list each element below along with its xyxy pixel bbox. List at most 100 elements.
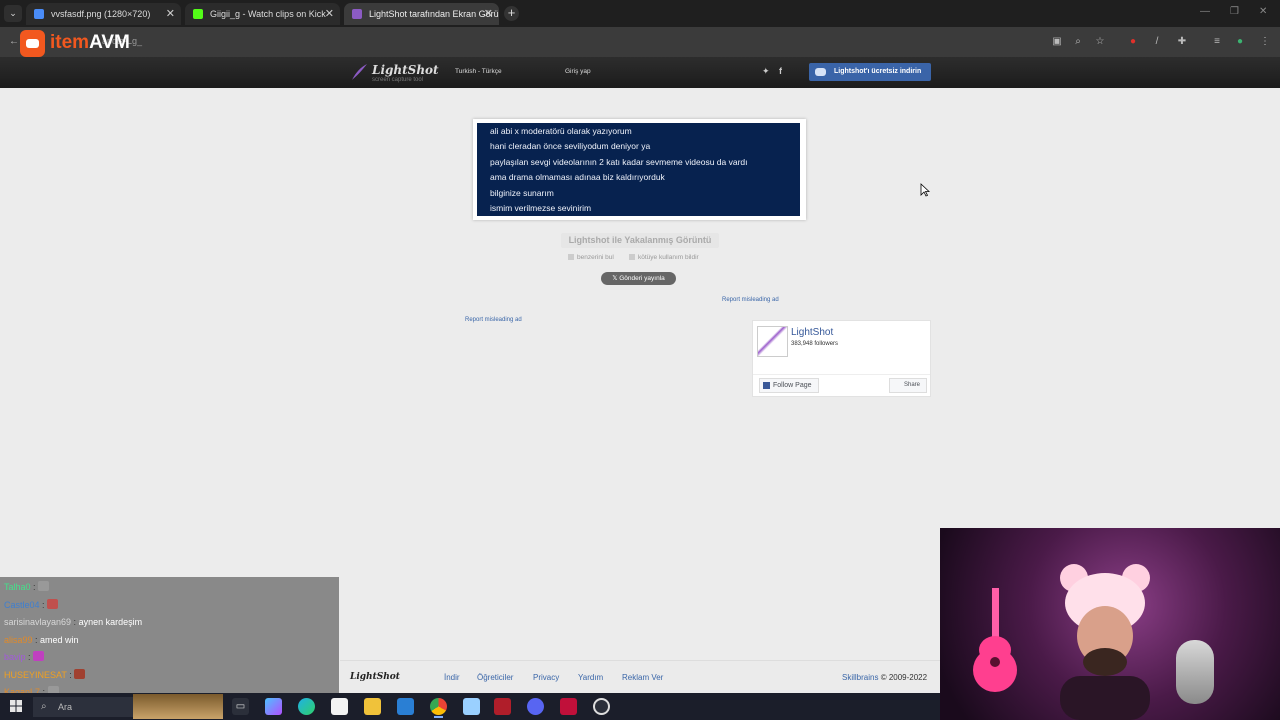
new-tab-button[interactable]: + [504, 6, 519, 21]
chat-username: HUSEYINESAT [4, 670, 67, 680]
find-similar-link[interactable]: benzerini bul [568, 254, 614, 261]
copyright-years: © 2009-2022 [880, 673, 928, 682]
screenshot-image-frame: ali abi x moderatörü olarak yazıyorum ha… [473, 119, 806, 220]
extension-red-icon[interactable]: ● [1127, 36, 1139, 48]
logo-tagline: screen capture tool [372, 77, 424, 83]
extensions-puzzle-icon[interactable]: ✚ [1176, 36, 1188, 48]
close-window-icon[interactable]: ✕ [1259, 6, 1267, 17]
screenshot-caption: Lightshot ile Yakalanmış Görüntü [561, 233, 719, 248]
file-explorer-icon[interactable] [364, 698, 381, 715]
tab-kick[interactable]: Giigii_g - Watch clips on Kick ✕ [185, 3, 340, 25]
facebook-page-widget: LightShot 383,948 followers Follow Page … [752, 320, 931, 397]
report-ad-link-left[interactable]: Report misleading ad [465, 317, 522, 323]
tab-title: vvsfasdf.png (1280×720) [51, 9, 151, 19]
download-button[interactable]: Lightshot'ı ücretsiz indirin [809, 63, 931, 81]
back-icon[interactable]: ← [8, 36, 20, 48]
store-icon[interactable] [331, 698, 348, 715]
fb-page-name[interactable]: LightShot [791, 327, 833, 338]
obs-icon[interactable] [593, 698, 610, 715]
browser-toolbar: ← apqtz-Lg_ ▣ ⌕ ☆ ● / ✚ ≡ ● ⋮ [0, 27, 1280, 57]
task-view-icon[interactable]: ▭ [232, 698, 249, 715]
login-link[interactable]: Giriş yap [565, 68, 591, 75]
lightshot-favicon-icon [352, 9, 362, 19]
windows-start-icon[interactable] [10, 700, 22, 712]
tab-image[interactable]: vvsfasdf.png (1280×720) ✕ [26, 3, 181, 25]
search-icon: ⌕ [41, 701, 47, 712]
mail-icon[interactable] [397, 698, 414, 715]
screenshot-text-line: ismim verilmezse sevinirim [490, 203, 592, 213]
webcam-overlay [940, 528, 1280, 720]
close-tab-icon[interactable]: ✕ [325, 3, 334, 25]
report-abuse-link[interactable]: kötüye kullanım bildir [629, 254, 699, 261]
taskbar-search[interactable]: ⌕ Ara [33, 697, 133, 717]
tab-title: Giigii_g - Watch clips on Kick [210, 9, 326, 19]
footer-link-download[interactable]: İndir [444, 673, 460, 682]
lightshot-page-avatar[interactable] [757, 326, 788, 357]
tab-title: LightShot tarafından Ekran Görü [369, 9, 499, 19]
logo-part-avm: AVM [89, 32, 130, 53]
voicemeeter-icon[interactable] [494, 698, 511, 715]
skillbrains-link[interactable]: Skillbrains [842, 673, 878, 682]
close-tab-icon[interactable]: ✕ [484, 3, 493, 25]
screenshot-image[interactable]: ali abi x moderatörü olarak yazıyorum ha… [477, 123, 800, 216]
language-selector[interactable]: Turkish - Türkçe [455, 68, 502, 75]
logo-part-item: item [50, 32, 90, 53]
twitter-icon[interactable]: ✦ [762, 66, 770, 77]
cloud-download-icon [815, 68, 826, 76]
chat-username: sarisinavlayan69 [4, 617, 72, 627]
screenshot-text-line: hani cleradan önce seviliyodum deniyor y… [490, 141, 651, 151]
maximize-icon[interactable]: ❐ [1230, 6, 1239, 17]
lightshot-header: LightShot screen capture tool [0, 57, 1280, 88]
chat-username: alisa99 [4, 635, 33, 645]
report-abuse-label: kötüye kullanım bildir [638, 254, 699, 261]
report-ad-link-right[interactable]: Report misleading ad [722, 297, 779, 303]
emote-icon [47, 599, 59, 609]
chat-message: HUSEYINESAT : [4, 667, 86, 684]
media-control-icon[interactable]: ≡ [1211, 36, 1223, 48]
microphone-image [1176, 640, 1214, 704]
copilot-icon[interactable] [265, 698, 282, 715]
edge-icon[interactable] [298, 698, 315, 715]
screenshot-text-line: bilginize sunarım [490, 188, 554, 198]
zoom-icon[interactable]: ⌕ [1072, 36, 1084, 48]
post-tweet-button[interactable]: 𝕏 Gönderi yayınla [601, 272, 676, 285]
chrome-icon[interactable] [430, 698, 447, 718]
minimize-icon[interactable]: — [1200, 6, 1210, 17]
post-tweet-label: Gönderi yayınla [619, 275, 665, 282]
follow-page-button[interactable]: Follow Page [759, 378, 819, 393]
share-button[interactable]: Share [889, 378, 927, 393]
close-tab-icon[interactable]: ✕ [166, 3, 175, 25]
find-similar-label: benzerini bul [577, 254, 614, 261]
streamer-image [1060, 564, 1150, 720]
bookmark-star-icon[interactable]: ☆ [1094, 36, 1106, 48]
shopping-bag-icon [20, 30, 45, 57]
extension-slash-icon[interactable]: / [1151, 36, 1163, 48]
footer-link-advertise[interactable]: Reklam Ver [622, 673, 663, 682]
feather-icon [352, 64, 367, 80]
screenshot-text-line: paylaşılan sevgi videolarının 2 katı kad… [490, 157, 748, 167]
tab-lightshot[interactable]: LightShot tarafından Ekran Görü ✕ [344, 3, 499, 25]
share-label: Share [903, 382, 920, 388]
facebook-icon[interactable]: f [779, 66, 782, 76]
install-icon[interactable]: ▣ [1051, 36, 1063, 48]
menu-dots-icon[interactable]: ⋮ [1259, 36, 1271, 48]
footer-link-tutorials[interactable]: Öğreticiler [477, 673, 513, 682]
kick-favicon-icon [193, 9, 203, 19]
profile-icon[interactable]: ● [1234, 36, 1246, 48]
streaming-app-icon[interactable] [560, 698, 577, 715]
footer-logo[interactable]: LightShot [350, 672, 400, 682]
footer-link-help[interactable]: Yardım [578, 673, 603, 682]
emote-icon [33, 651, 45, 661]
footer-link-privacy[interactable]: Privacy [533, 673, 559, 682]
screenshot-text-line: ali abi x moderatörü olarak yazıyorum [490, 126, 632, 136]
tab-search-button[interactable]: ⌄ [4, 5, 22, 22]
chat-message: sarisinavlayan69 : aynen kardeşim [4, 617, 143, 627]
page-footer: LightShot İndir Öğreticiler Privacy Yard… [340, 660, 940, 693]
footer-copyright: Skillbrains © 2009-2022 [842, 673, 927, 682]
chat-message: alisa99 : amed win [4, 635, 79, 645]
emote-icon [38, 581, 50, 591]
discord-icon[interactable] [527, 698, 544, 715]
search-highlight-thumbnail[interactable] [133, 694, 223, 719]
lightshot-app-icon[interactable] [463, 698, 480, 715]
chat-text: aynen kardeşim [78, 617, 143, 627]
